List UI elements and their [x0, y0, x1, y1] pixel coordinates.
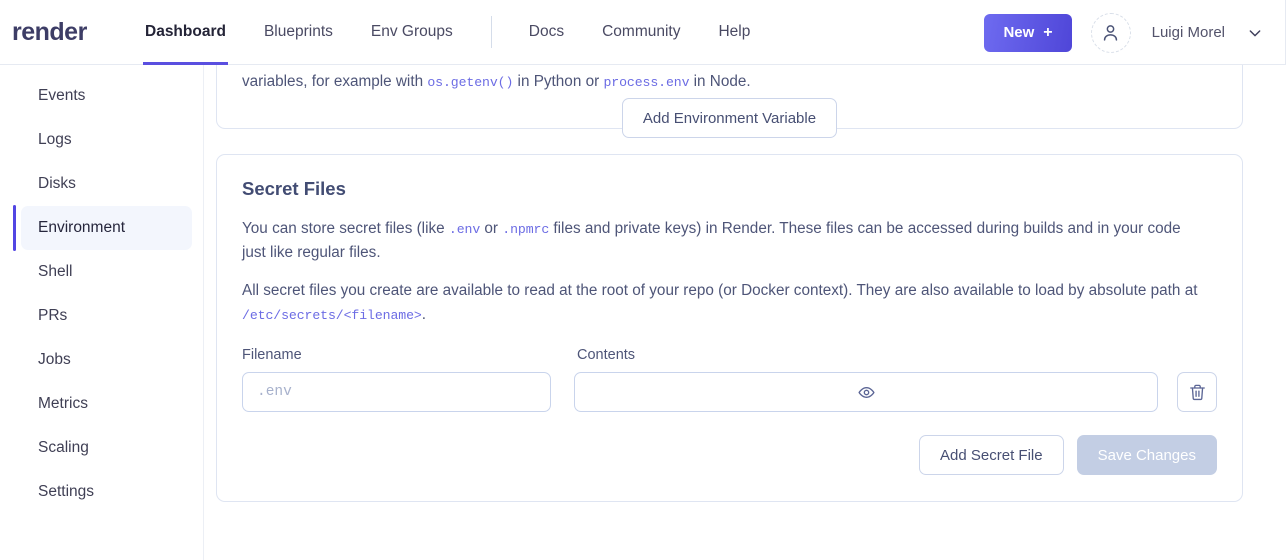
code-npmrc: .npmrc	[502, 222, 550, 237]
reveal-contents-button[interactable]	[858, 384, 875, 401]
contents-input[interactable]	[574, 372, 1159, 413]
secret-files-card: Secret Files You can store secret files …	[216, 154, 1243, 503]
plus-icon: +	[1043, 23, 1053, 41]
nav-link-blueprints[interactable]: Blueprints	[264, 0, 333, 65]
nav-link-env-groups[interactable]: Env Groups	[371, 0, 453, 65]
sidebar-item-label: Settings	[38, 483, 95, 500]
sidebar-item-jobs[interactable]: Jobs	[21, 338, 192, 382]
environment-variables-help-text: variables, for example with os.getenv() …	[242, 70, 751, 94]
user-menu-toggle[interactable]	[1225, 25, 1285, 41]
sidebar-item-logs[interactable]: Logs	[21, 118, 192, 162]
render-logo[interactable]: render	[0, 18, 145, 47]
code-os-getenv: os.getenv()	[427, 75, 514, 90]
sidebar: Events Logs Disks Environment Shell PRs …	[0, 65, 204, 560]
code-etc-secrets-path: /etc/secrets/<filename>	[242, 308, 422, 324]
sidebar-item-label: Disks	[38, 175, 76, 192]
sidebar-item-label: Shell	[38, 263, 73, 280]
secret-files-paragraph-2: All secret files you create are availabl…	[242, 279, 1202, 327]
primary-nav: Dashboard Blueprints Env Groups Docs Com…	[143, 0, 788, 65]
env-help-text-2: in Python or	[513, 73, 604, 90]
eye-icon	[858, 386, 875, 398]
chevron-down-icon	[1249, 29, 1261, 36]
top-navbar: render Dashboard Blueprints Env Groups D…	[0, 0, 1286, 65]
sidebar-item-scaling[interactable]: Scaling	[21, 426, 192, 470]
new-button[interactable]: New +	[984, 13, 1072, 52]
nav-right-group: New + Luigi Morel	[984, 0, 1286, 65]
sidebar-item-label: Events	[38, 87, 86, 104]
secret-files-title: Secret Files	[242, 178, 346, 199]
nav-link-dashboard[interactable]: Dashboard	[143, 0, 228, 65]
nav-link-community[interactable]: Community	[602, 0, 680, 65]
sidebar-item-disks[interactable]: Disks	[21, 162, 192, 206]
sidebar-item-settings[interactable]: Settings	[21, 470, 192, 514]
user-name[interactable]: Luigi Morel	[1152, 24, 1225, 41]
secret-file-row: .env	[242, 372, 1217, 413]
avatar[interactable]	[1090, 12, 1131, 53]
save-changes-button[interactable]: Save Changes	[1076, 435, 1217, 476]
filename-label: Filename	[242, 347, 302, 364]
secret-para1-text-a: You can store secret files (like	[242, 220, 449, 237]
code-dot-env: .env	[448, 222, 481, 237]
sidebar-item-label: Metrics	[38, 395, 88, 412]
secret-files-actions: Add Secret File Save Changes	[242, 435, 1217, 476]
sidebar-item-label: PRs	[38, 307, 68, 324]
secret-para2-text-b: .	[421, 306, 426, 324]
secret-para1-text-b: or	[480, 220, 503, 237]
user-icon	[1103, 25, 1118, 41]
sidebar-item-shell[interactable]: Shell	[21, 250, 192, 294]
env-help-text-1: variables, for example with	[242, 73, 428, 90]
add-environment-variable-button[interactable]: Add Environment Variable	[621, 98, 838, 138]
nav-link-help[interactable]: Help	[718, 0, 750, 65]
sidebar-item-environment[interactable]: Environment	[13, 205, 192, 251]
environment-variables-card: variables, for example with os.getenv() …	[216, 65, 1243, 138]
sidebar-item-metrics[interactable]: Metrics	[21, 382, 192, 426]
secret-files-paragraph-1: You can store secret files (like .env or…	[242, 217, 1202, 265]
nav-divider	[490, 16, 492, 48]
delete-secret-file-button[interactable]	[1177, 372, 1217, 413]
secret-file-field-labels: Filename Contents	[242, 347, 1217, 363]
trash-icon	[1189, 384, 1205, 400]
sidebar-item-label: Scaling	[38, 439, 89, 456]
new-button-label: New	[1003, 24, 1035, 41]
add-secret-file-button[interactable]: Add Secret File	[919, 435, 1064, 476]
main-content: variables, for example with os.getenv() …	[204, 65, 1286, 560]
sidebar-item-label: Environment	[38, 219, 126, 236]
filename-placeholder: .env	[257, 384, 292, 401]
filename-input[interactable]: .env	[242, 372, 552, 413]
page-body: Events Logs Disks Environment Shell PRs …	[0, 65, 1286, 560]
sidebar-item-prs[interactable]: PRs	[21, 294, 192, 338]
contents-label: Contents	[577, 347, 636, 364]
code-process-env: process.env	[603, 75, 690, 90]
sidebar-item-events[interactable]: Events	[21, 74, 192, 118]
secret-para2-text-a: All secret files you create are availabl…	[242, 282, 1198, 300]
sidebar-item-label: Jobs	[38, 351, 71, 368]
env-help-text-3: in Node.	[689, 73, 751, 90]
environment-variables-actions: Add Environment Variable	[217, 98, 1242, 138]
nav-link-docs[interactable]: Docs	[529, 0, 564, 65]
sidebar-item-label: Logs	[38, 131, 72, 148]
